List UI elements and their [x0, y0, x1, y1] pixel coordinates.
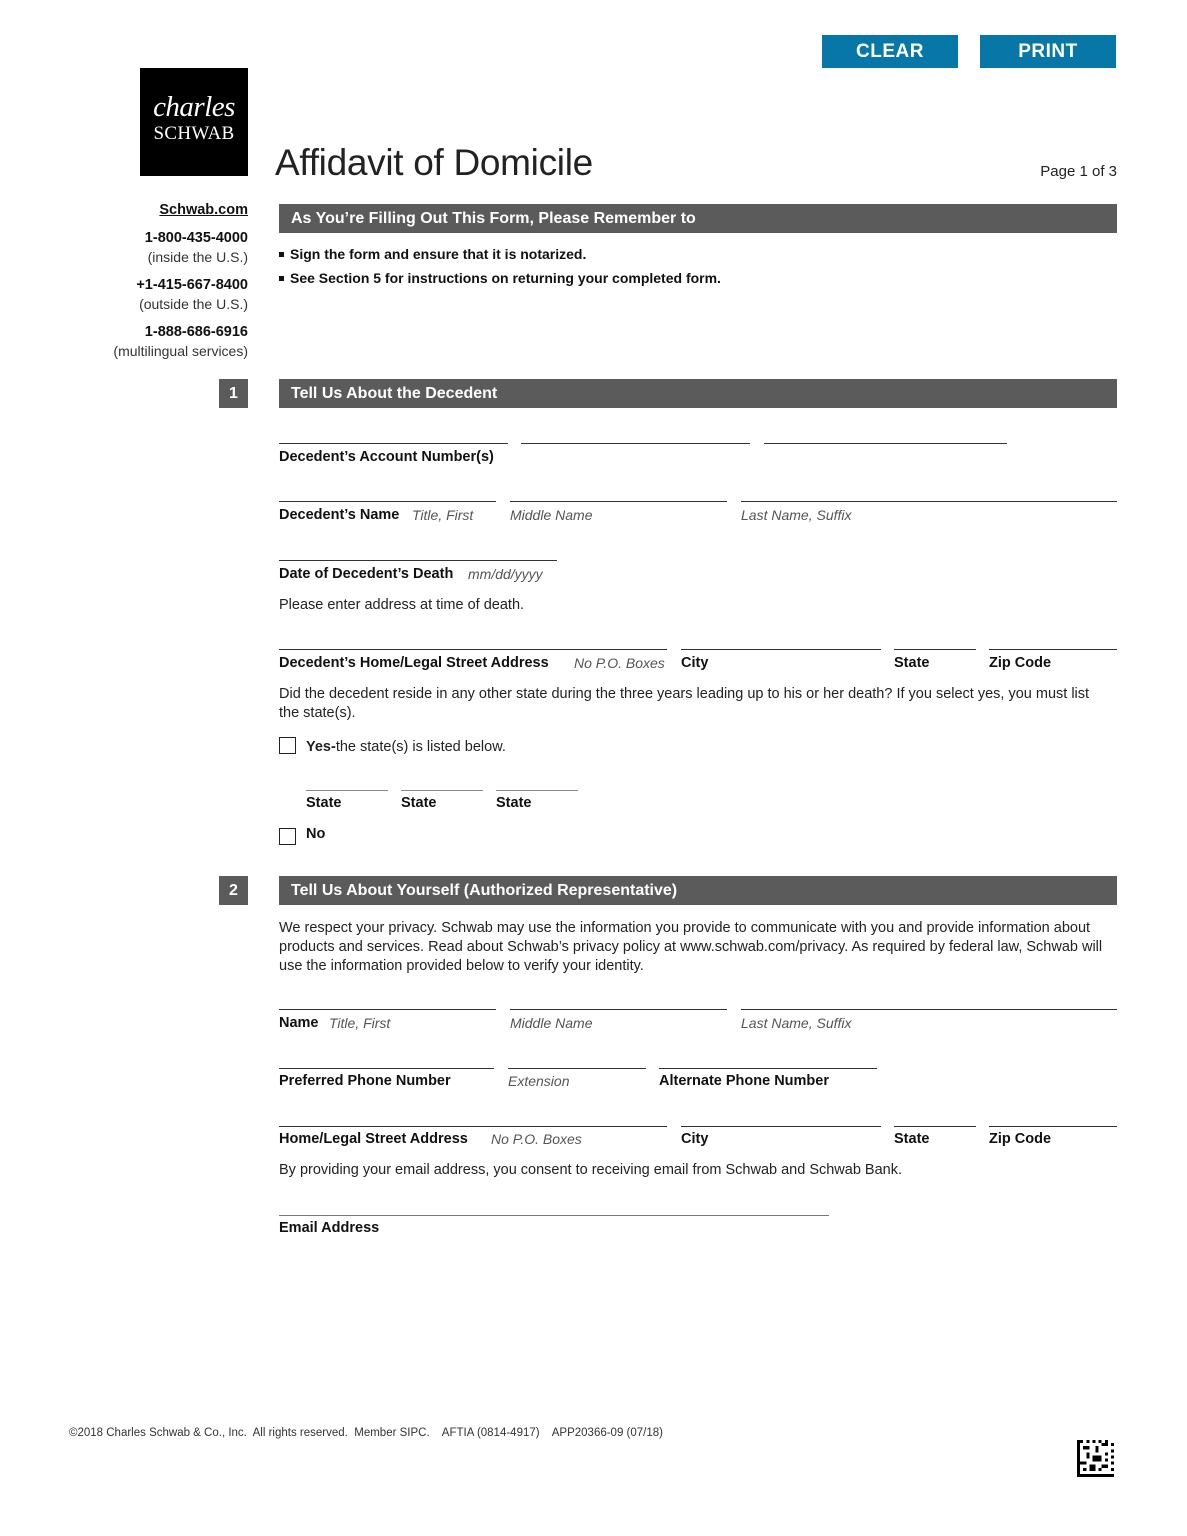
- charles-schwab-logo: charles SCHWAB: [140, 68, 248, 176]
- other-state-label: State: [401, 795, 437, 811]
- state-label: State: [894, 1131, 930, 1147]
- footer-copyright: ©2018 Charles Schwab & Co., Inc. All rig…: [69, 1427, 663, 1439]
- section-1-heading: Tell Us About the Decedent: [279, 379, 1117, 408]
- alternate-phone-field[interactable]: [659, 1068, 877, 1069]
- rep-first-name-field[interactable]: [279, 1009, 496, 1010]
- rep-street-field[interactable]: [279, 1126, 667, 1127]
- rep-state-field[interactable]: [894, 1126, 976, 1127]
- rep-zip-field[interactable]: [989, 1126, 1117, 1127]
- first-name-hint: Title, First: [329, 1015, 391, 1031]
- clear-button[interactable]: CLEAR: [822, 35, 958, 68]
- last-name-hint: Last Name, Suffix: [741, 1015, 852, 1031]
- phone-note: (outside the U.S.): [139, 296, 248, 312]
- schwab-website-link[interactable]: Schwab.com: [159, 201, 248, 220]
- reminder-heading: As You’re Filling Out This Form, Please …: [279, 204, 1117, 233]
- state-label: State: [894, 655, 930, 671]
- decedent-city-field[interactable]: [681, 649, 881, 650]
- account-number-field-3[interactable]: [764, 443, 1007, 444]
- rep-middle-name-field[interactable]: [510, 1009, 727, 1010]
- rep-name-label: Name: [279, 1015, 319, 1031]
- decedent-zip-field[interactable]: [989, 649, 1117, 650]
- last-name-hint: Last Name, Suffix: [741, 507, 852, 523]
- contact-outside-us: +1-415-667-8400 (outside the U.S.): [136, 276, 248, 314]
- other-state-label: State: [496, 795, 532, 811]
- city-label: City: [681, 1131, 709, 1147]
- zip-label: Zip Code: [989, 655, 1052, 671]
- reminder-bullet: See Section 5 for instructions on return…: [279, 270, 721, 286]
- other-state-field-2[interactable]: [401, 790, 483, 791]
- account-number-label: Decedent’s Account Number(s): [279, 449, 494, 465]
- rep-last-name-field[interactable]: [741, 1009, 1117, 1010]
- other-state-field-3[interactable]: [496, 790, 578, 791]
- email-label: Email Address: [279, 1220, 380, 1236]
- decedent-first-name-field[interactable]: [279, 501, 496, 502]
- page-title: Affidavit of Domicile: [275, 142, 593, 183]
- phone-number: +1-415-667-8400: [136, 277, 248, 293]
- decedent-state-field[interactable]: [894, 649, 976, 650]
- residency-question: Did the decedent reside in any other sta…: [279, 686, 1090, 721]
- no-option-label: No: [306, 826, 326, 842]
- zip-label: Zip Code: [989, 1131, 1052, 1147]
- po-box-hint: No P.O. Boxes: [574, 655, 665, 671]
- po-box-hint: No P.O. Boxes: [491, 1131, 582, 1147]
- other-state-field-1[interactable]: [306, 790, 388, 791]
- logo-line-2: SCHWAB: [153, 123, 235, 144]
- yes-checkbox[interactable]: [279, 737, 296, 754]
- page-indicator: Page 1 of 3: [1040, 163, 1117, 180]
- section-number-2: 2: [219, 876, 248, 905]
- rep-city-field[interactable]: [681, 1126, 881, 1127]
- preferred-phone-field[interactable]: [279, 1068, 494, 1069]
- yes-bold: Yes-: [306, 739, 336, 755]
- other-state-label: State: [306, 795, 342, 811]
- phone-number: 1-800-435-4000: [144, 230, 248, 246]
- first-name-hint: Title, First: [412, 507, 474, 523]
- address-intro: Please enter address at time of death.: [279, 597, 525, 613]
- extension-field[interactable]: [508, 1068, 646, 1069]
- print-button[interactable]: PRINT: [980, 35, 1116, 68]
- datamatrix-barcode-icon: [1077, 1440, 1114, 1477]
- decedent-name-label: Decedent’s Name: [279, 507, 400, 523]
- privacy-notice: We respect your privacy. Schwab may use …: [279, 920, 1103, 974]
- decedent-last-name-field[interactable]: [741, 501, 1117, 502]
- decedent-street-field[interactable]: [279, 649, 667, 650]
- section-2-heading: Tell Us About Yourself (Authorized Repre…: [279, 876, 1117, 905]
- city-label: City: [681, 655, 709, 671]
- phone-number: 1-888-686-6916: [144, 324, 248, 340]
- decedent-street-label: Decedent’s Home/Legal Street Address: [279, 655, 549, 671]
- middle-name-hint: Middle Name: [510, 1015, 593, 1031]
- yes-text: the state(s) is listed below.: [335, 739, 506, 755]
- logo-line-1: charles: [153, 91, 235, 123]
- account-number-field-2[interactable]: [521, 443, 750, 444]
- section-number-1: 1: [219, 379, 248, 408]
- date-format-hint: mm/dd/yyyy: [468, 566, 543, 582]
- preferred-phone-label: Preferred Phone Number: [279, 1073, 451, 1089]
- decedent-middle-name-field[interactable]: [510, 501, 727, 502]
- no-checkbox[interactable]: [279, 828, 296, 845]
- yes-option-label: Yes-the state(s) is listed below.: [306, 738, 506, 757]
- phone-note: (inside the U.S.): [147, 249, 248, 265]
- reminder-bullet: Sign the form and ensure that it is nota…: [279, 246, 586, 262]
- contact-inside-us: 1-800-435-4000 (inside the U.S.): [145, 229, 248, 267]
- contact-multilingual: 1-888-686-6916 (multilingual services): [113, 323, 248, 361]
- extension-hint: Extension: [508, 1073, 570, 1089]
- account-number-field-1[interactable]: [279, 443, 508, 444]
- date-of-death-label: Date of Decedent’s Death: [279, 566, 454, 582]
- middle-name-hint: Middle Name: [510, 507, 593, 523]
- email-consent: By providing your email address, you con…: [279, 1162, 903, 1178]
- phone-note: (multilingual services): [113, 343, 248, 359]
- rep-street-label: Home/Legal Street Address: [279, 1131, 468, 1147]
- alternate-phone-label: Alternate Phone Number: [659, 1073, 829, 1089]
- date-of-death-field[interactable]: [279, 560, 557, 561]
- email-field[interactable]: [279, 1215, 829, 1216]
